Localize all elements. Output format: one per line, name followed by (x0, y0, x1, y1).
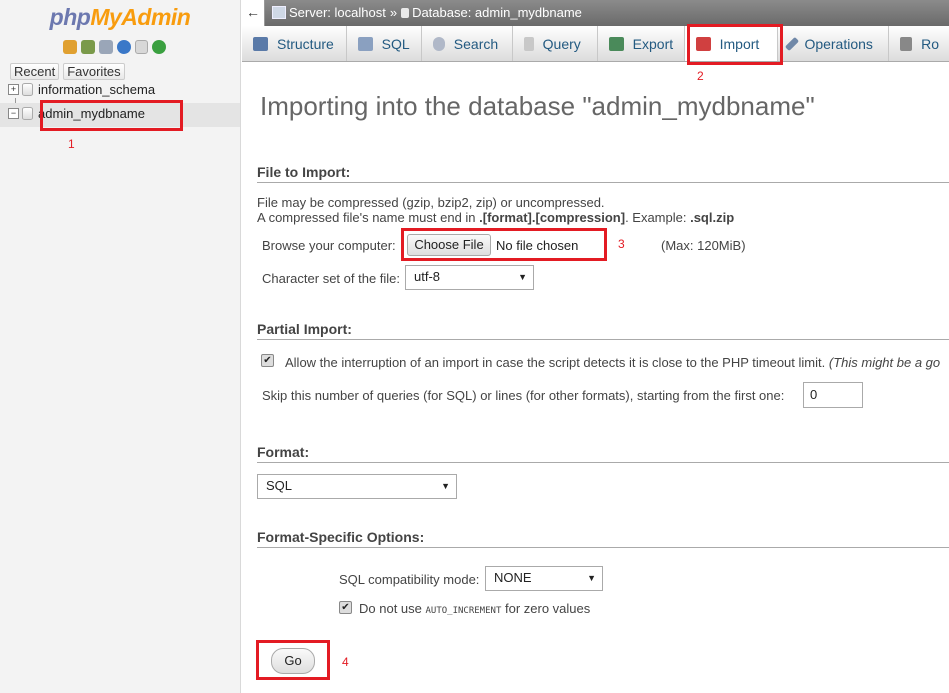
sql-icon (357, 36, 373, 51)
no-auto-inc-suffix: for zero values (501, 601, 591, 616)
compat-mode-label: SQL compatibility mode: (339, 572, 480, 587)
breadcrumb-separator: » (389, 5, 398, 20)
section-heading-file-to-import: File to Import: (257, 164, 949, 183)
annotation-box-1 (40, 100, 183, 131)
tab-label: Search (453, 35, 499, 52)
annotation-label-1: 1 (68, 137, 75, 151)
expand-icon[interactable]: + (8, 84, 19, 95)
section-heading-partial-import: Partial Import: (257, 321, 949, 340)
tab-export[interactable]: Export (598, 26, 685, 61)
compression-note: File may be compressed (gzip, bzip2, zip… (257, 195, 605, 210)
routines-icon (900, 36, 913, 51)
sql-icon[interactable] (99, 40, 113, 54)
note-mid: . Example: (625, 210, 691, 225)
wrench-icon (785, 36, 800, 51)
tab-label: Query (542, 35, 581, 52)
nav-icon-bar (63, 40, 166, 54)
favorites-button[interactable]: Favorites (63, 63, 125, 80)
allow-interrupt-label[interactable]: Allow the interruption of an import in c… (285, 355, 825, 370)
tab-label: Structure (277, 35, 334, 52)
tab-label: Export (632, 35, 674, 52)
format-value: SQL (266, 478, 293, 493)
format-select[interactable]: SQL ▼ (257, 474, 457, 499)
annotation-label-3: 3 (618, 237, 625, 251)
server-icon (272, 6, 286, 19)
auto-increment-code: AUTO_INCREMENT (425, 606, 502, 616)
db-tree-item-information-schema[interactable]: + information_schema (8, 82, 155, 97)
tab-operations[interactable]: Operations (778, 26, 889, 61)
logo-myadmin-text: MyAdmin (90, 4, 191, 30)
page-title: Importing into the database "admin_mydbn… (260, 91, 815, 121)
tab-query[interactable]: Query (513, 26, 598, 61)
compat-mode-value: NONE (494, 570, 532, 585)
chevron-down-icon: ▼ (587, 573, 596, 583)
annotation-box-2 (687, 24, 783, 65)
database-icon (22, 83, 33, 96)
database-icon (22, 107, 33, 120)
query-icon (523, 36, 534, 51)
note-format: .[format].[compression] (479, 210, 626, 225)
charset-value: utf-8 (414, 269, 441, 284)
charset-select[interactable]: utf-8 ▼ (405, 265, 534, 290)
tab-label: SQL (381, 35, 410, 52)
collapse-nav-button[interactable]: ← (242, 0, 265, 26)
annotation-box-3 (401, 228, 607, 261)
breadcrumb-server[interactable]: Server: localhost (289, 5, 386, 20)
breadcrumb-database[interactable]: Database: admin_mydbname (412, 5, 582, 20)
note-example: .sql.zip (690, 210, 735, 225)
home-icon[interactable] (63, 40, 77, 54)
tab-label: Ro (921, 35, 939, 52)
allow-interrupt-text: Allow the interruption of an import in c… (285, 355, 940, 370)
allow-interrupt-checkbox[interactable]: ✔ (261, 354, 274, 367)
search-icon (432, 36, 445, 51)
docs-icon[interactable] (135, 40, 148, 54)
browse-label: Browse your computer: (262, 238, 396, 253)
chevron-down-icon: ▼ (441, 481, 450, 491)
note-prefix: A compressed file's name must end in (257, 210, 480, 225)
reload-icon[interactable] (152, 40, 166, 54)
export-icon (608, 36, 624, 51)
help-icon[interactable] (117, 40, 131, 54)
skip-queries-label: Skip this number of queries (for SQL) or… (262, 388, 785, 403)
charset-label: Character set of the file: (262, 271, 401, 286)
phpmyadmin-logo[interactable]: phpMyAdmin (0, 4, 240, 31)
top-breadcrumb-bar: ← Server: localhost » Database: admin_my… (242, 0, 949, 26)
tab-label: Operations (804, 35, 873, 52)
nav-tabs: Recent Favorites (10, 63, 125, 80)
exit-icon[interactable] (81, 40, 95, 54)
annotation-box-4 (256, 640, 330, 680)
recent-button[interactable]: Recent (10, 63, 60, 80)
no-auto-increment-checkbox[interactable]: ✔ (339, 601, 352, 614)
main-content: Importing into the database "admin_mydbn… (257, 61, 949, 693)
compat-mode-select[interactable]: NONE ▼ (485, 566, 603, 591)
tab-search[interactable]: Search (422, 26, 513, 61)
tab-routines[interactable]: Ro (889, 26, 949, 61)
annotation-label-4: 4 (342, 655, 349, 669)
breadcrumb: Server: localhost » Database: admin_mydb… (272, 5, 582, 20)
tab-sql[interactable]: SQL (347, 26, 422, 61)
section-heading-format-options: Format-Specific Options: (257, 529, 949, 548)
database-icon (401, 7, 410, 18)
logo-php-text: php (49, 4, 91, 30)
database-tabs: Structure SQL Search Query Export Import… (242, 26, 949, 62)
collapse-icon[interactable]: − (8, 108, 19, 119)
max-size-text: (Max: 120MiB) (661, 238, 746, 253)
skip-queries-input[interactable]: 0 (803, 382, 863, 408)
structure-icon (253, 36, 268, 51)
section-heading-format: Format: (257, 444, 949, 463)
allow-interrupt-note: (This might be a go (828, 355, 941, 370)
no-auto-inc-prefix: Do not use (359, 601, 426, 616)
tab-structure[interactable]: Structure (242, 26, 347, 61)
db-name[interactable]: information_schema (38, 82, 155, 97)
no-auto-increment-text[interactable]: Do not use AUTO_INCREMENT for zero value… (359, 601, 590, 616)
chevron-down-icon: ▼ (518, 272, 527, 282)
compressed-name-note: A compressed file's name must end in .[f… (257, 210, 734, 225)
